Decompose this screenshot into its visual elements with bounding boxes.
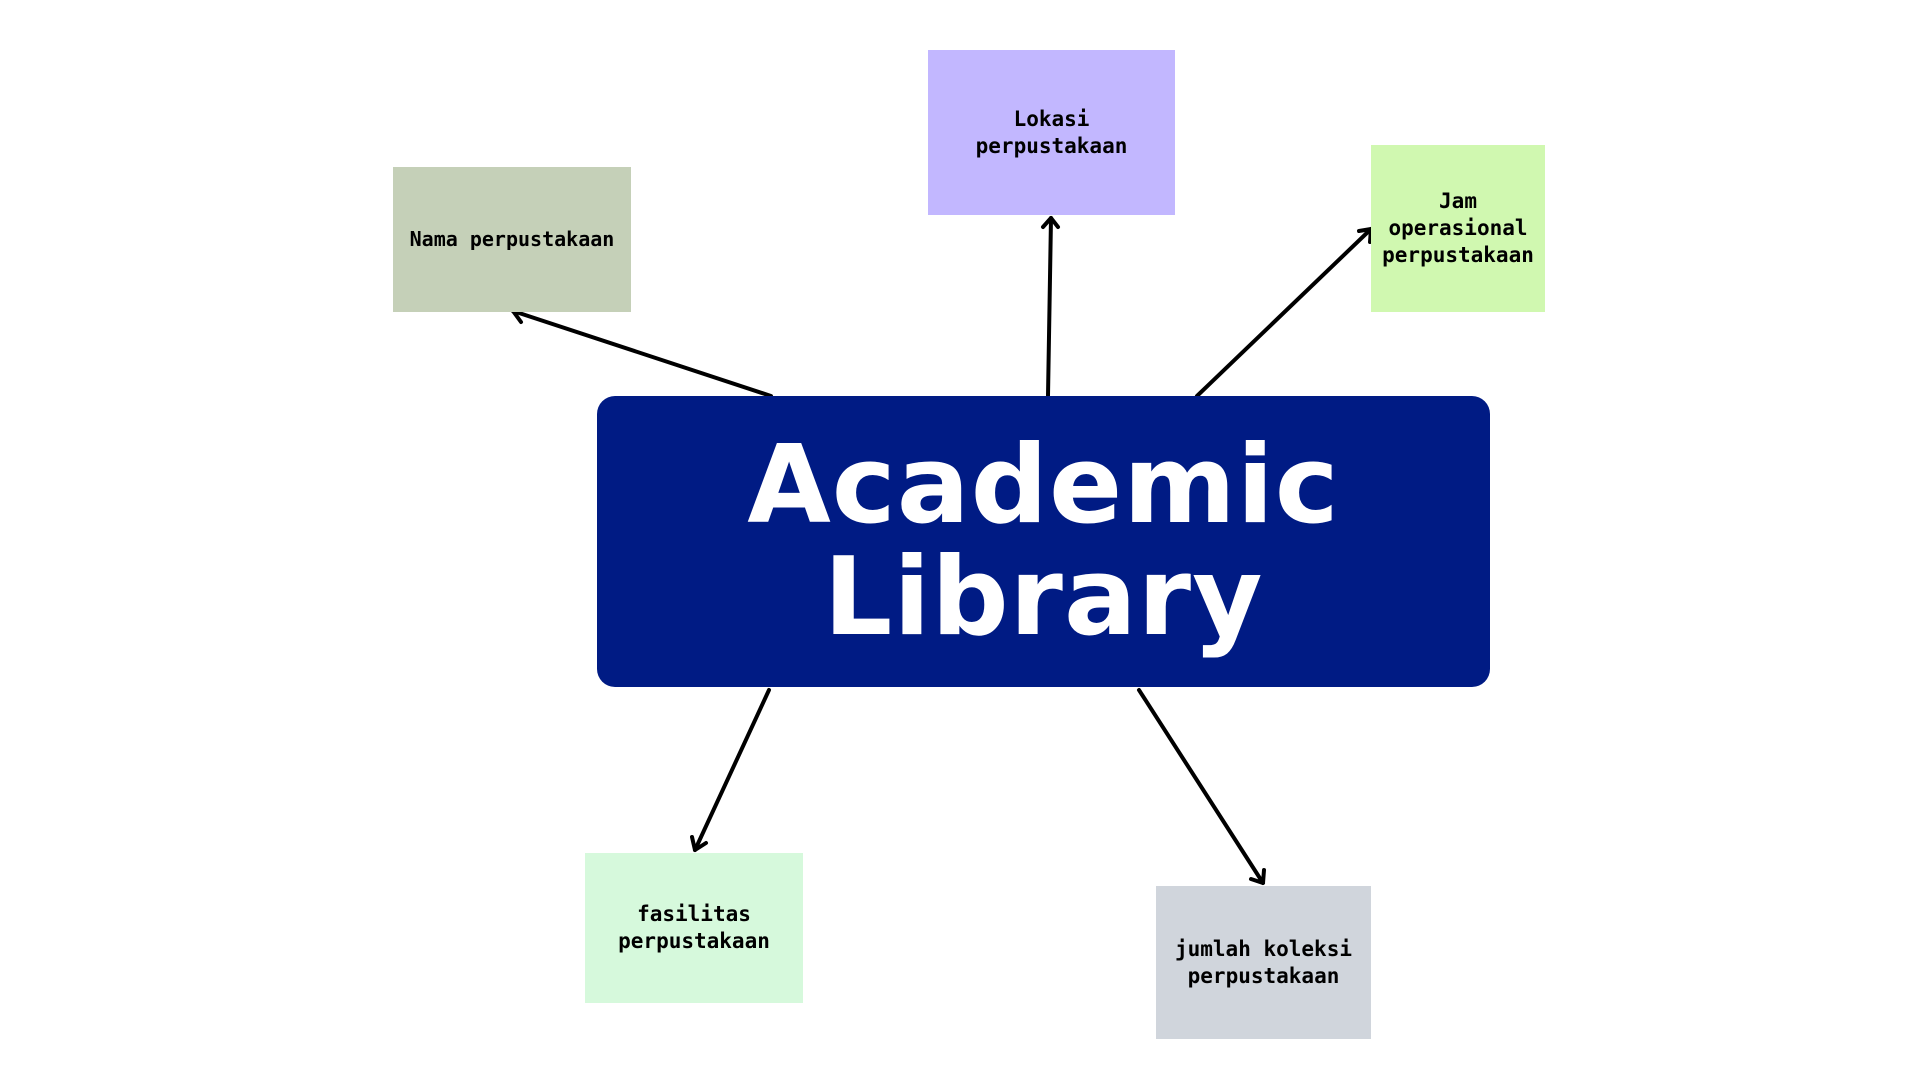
arrow-to-jumlah [1137,688,1266,885]
arrow-to-fasilitas [690,688,771,852]
arrow-to-lokasi [1041,216,1060,398]
node-fasilitas-perpustakaan: fasilitas perpustakaan [585,853,803,1003]
node-fasilitas-label: fasilitas perpustakaan [618,902,770,953]
node-nama-perpustakaan: Nama perpustakaan [393,167,631,312]
node-jumlah-koleksi: jumlah koleksi perpustakaan [1156,886,1371,1039]
central-node-title: Academic Library [747,422,1340,660]
node-jam-operasional: Jam operasional perpustakaan [1371,145,1545,312]
node-lokasi-perpustakaan: Lokasi perpustakaan [928,50,1175,215]
node-nama-label: Nama perpustakaan [409,227,615,251]
arrow-to-nama [511,306,773,398]
node-jam-label: Jam operasional perpustakaan [1382,189,1534,267]
node-lokasi-label: Lokasi perpustakaan [975,106,1128,158]
arrow-to-jam [1195,227,1373,398]
node-jumlah-label: jumlah koleksi perpustakaan [1174,936,1352,988]
central-node: Academic Library [597,396,1490,687]
